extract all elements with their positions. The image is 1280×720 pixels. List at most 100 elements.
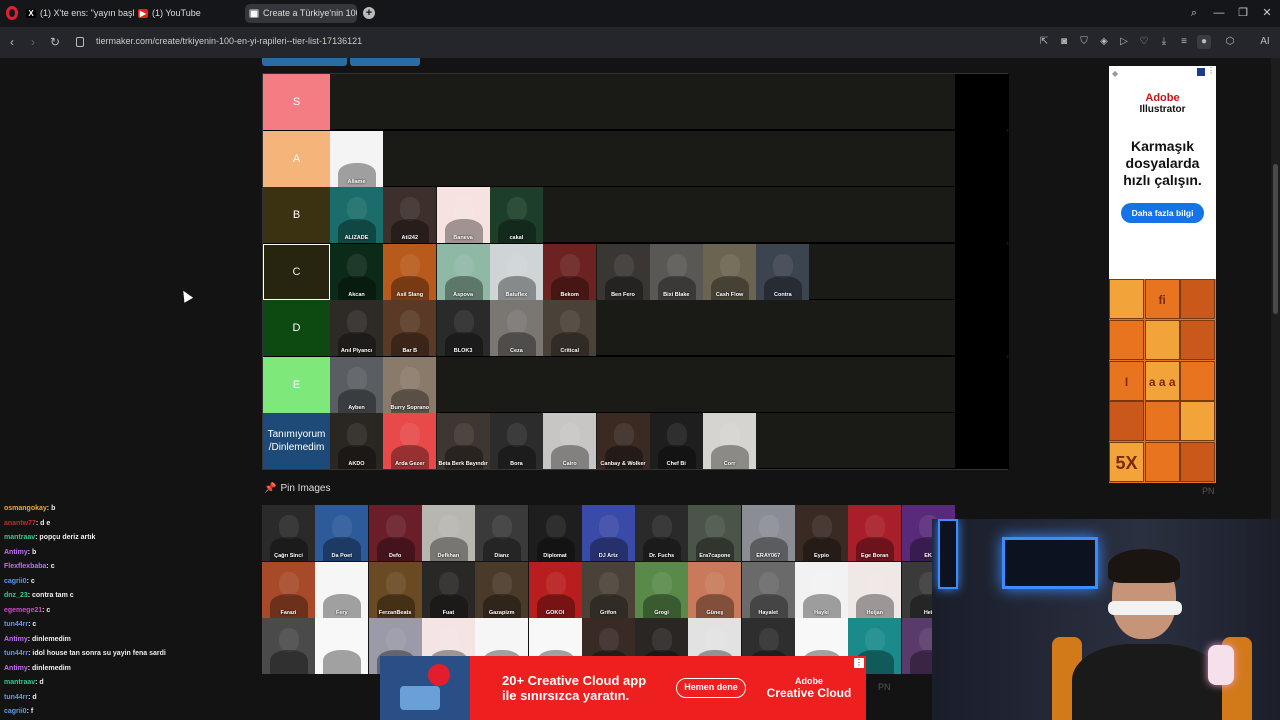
tier-item[interactable]: Ayben [330,356,383,413]
url-field[interactable]: tiermaker.com/create/trkiyenin-100-en-yi… [96,36,362,46]
tier-item[interactable]: Chef Bi [649,413,703,469]
back-icon[interactable]: ‹ [4,34,20,50]
vpn-icon[interactable]: ◈ [1097,35,1111,49]
tier-item[interactable]: Arda Gezer [383,413,437,469]
profile-icon[interactable]: ● [1197,35,1211,49]
tier-item[interactable]: Beta Berk Bayındır [436,413,490,469]
pin-image-item[interactable]: Fuat [421,561,475,618]
tab-tiermaker[interactable]: ▦ Create a Türkiye'nin 100 - [245,4,357,23]
tier-item[interactable]: Cash Flow [703,243,757,300]
tier-item[interactable]: cakal [489,187,543,243]
restore-icon[interactable]: ❐ [1235,5,1251,21]
chat-username: osmangokay [4,505,47,512]
ad-choices-icon[interactable] [1197,68,1205,76]
tier-item[interactable]: Anıl Piyancı [330,300,383,356]
search-tabs-icon[interactable]: ⌕ [1186,5,1202,21]
tier-label[interactable]: B [263,187,330,243]
lock-icon[interactable] [76,37,84,47]
tier-settings-area[interactable] [955,74,1009,130]
tier-settings-area[interactable] [955,413,1009,469]
pin-image-item[interactable]: Hayki [795,561,848,618]
download-icon[interactable]: ⤓ [1157,35,1171,49]
tier-item[interactable]: Batuflex [489,243,543,300]
tier-item[interactable]: Ceza [489,300,543,356]
tier-item[interactable]: Bora [489,413,543,469]
shield-icon[interactable]: ⛉ [1077,35,1091,49]
tier-item[interactable]: Allame [330,130,383,187]
tier-item[interactable]: Bar B [383,300,437,356]
pin-image-item[interactable]: Defkhan [421,505,475,561]
tier-item[interactable]: Contra [756,243,810,300]
tier-settings-area[interactable] [955,187,1009,243]
tier-item[interactable]: Akcan [330,243,383,300]
pin-image-item[interactable]: ERAY067 [741,505,795,561]
opera-logo-icon[interactable] [6,6,18,20]
tier-item[interactable]: Critical [543,300,597,356]
tier-label[interactable]: Tanımıyorum /Dinlemedim [263,413,330,469]
pin-image-item[interactable]: DJ Artz [581,505,635,561]
minimize-icon[interactable]: — [1211,5,1227,21]
pin-image-item[interactable]: Eypio [795,505,848,561]
pin-image-item[interactable]: Dr. Fuchs [635,505,689,561]
tier-item[interactable]: Baneva [436,187,490,243]
tier-settings-area[interactable] [955,356,1009,413]
ad-close-icon[interactable]: ⋮ [1207,66,1215,75]
tier-label[interactable]: E [263,356,330,413]
tab-x[interactable]: X (1) X'te ens: "yayın başladı [22,4,134,23]
tier-label[interactable]: S [263,74,330,130]
tier-settings-area[interactable] [955,130,1009,187]
tier-item[interactable]: Aspova [436,243,490,300]
tier-settings-area[interactable] [955,243,1009,300]
pin-image-item[interactable]: GOKOI [528,561,582,618]
tier-label[interactable]: A [263,130,330,187]
bottom-advertisement[interactable]: 20+ Creative Cloud app ile sınırsızca ya… [380,656,866,720]
pin-image-name: Güneş [706,609,724,616]
player-icon[interactable]: ▷ [1117,35,1131,49]
pin-image-item[interactable]: Gazapizm [475,561,529,618]
scrollbar-thumb[interactable] [1273,164,1278,314]
new-tab-button[interactable]: + [363,7,375,19]
pin-image-item[interactable]: Güneş [688,561,742,618]
share-icon[interactable]: ⇱ [1037,35,1051,49]
tier-item[interactable]: Corr [703,413,757,469]
pin-image-item[interactable]: Grogi [635,561,689,618]
tier-label[interactable]: D [263,300,330,356]
tier-item[interactable]: Bixi Blake [649,243,703,300]
close-icon[interactable]: ✕ [1259,5,1275,21]
tier-item[interactable]: Bekom [543,243,597,300]
pin-image-item[interactable]: Diplomat [528,505,582,561]
menu-icon[interactable]: ≡ [1177,35,1191,49]
forward-icon[interactable]: › [25,34,41,50]
tier-settings-area[interactable] [955,300,1009,356]
pin-image-item[interactable]: Era7capone [688,505,742,561]
tier-item[interactable]: ALIZADE [330,187,383,243]
ad-banner-close-icon[interactable]: ⋮ [854,658,864,668]
tier-item[interactable]: Canbay & Wolker [596,413,650,469]
ad-cta-button[interactable]: Daha fazla bilgi [1121,203,1204,223]
tier-item[interactable]: Ben Fero [596,243,650,300]
pin-image-item[interactable]: Grifon [581,561,635,618]
ai-button[interactable]: AI [1254,35,1276,49]
tier-item[interactable]: Asil Slang [383,243,437,300]
heart-icon[interactable]: ♡ [1137,35,1151,49]
pin-image-item[interactable]: Hayalet [741,561,795,618]
tier-item[interactable]: Ati242 [383,187,437,243]
tier-label[interactable]: C [263,243,330,300]
tier-item[interactable]: AKDO [330,413,383,469]
side-advertisement[interactable]: ⋮ ◆ Adobe Illustrator Karmaşık dosyalard… [1109,66,1216,483]
tier-item[interactable]: BLOK3 [436,300,490,356]
top-action-button-2[interactable] [350,58,420,66]
tier-item[interactable]: Burry Soprano [383,356,437,413]
pin-image-item[interactable]: Ege Boran [848,505,902,561]
tier-row: D Anıl Piyancı Bar B BLOK3 Ceza Critical [263,300,1009,356]
pin-image-item[interactable]: Heijan [848,561,902,618]
top-action-button[interactable] [262,58,347,66]
pin-image-item[interactable]: Dianz [475,505,529,561]
ad-art-tile [1144,319,1180,360]
reload-icon[interactable]: ↻ [47,34,63,50]
tab-youtube[interactable]: ▶ (1) YouTube [134,4,242,23]
camera-icon[interactable]: ◙ [1057,35,1071,49]
tier-item[interactable]: Cairo [543,413,597,469]
extensions-icon[interactable]: ⬡ [1223,35,1237,49]
ad-banner-cta-button[interactable]: Hemen dene [676,678,746,698]
